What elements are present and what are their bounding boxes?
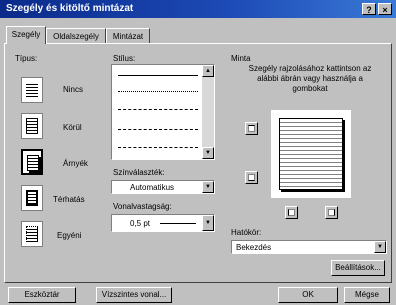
preset-3d-label[interactable]: Térhatás [53, 195, 85, 204]
close-button[interactable]: × [378, 3, 392, 15]
preset-custom[interactable] [21, 221, 43, 247]
color-dropdown-arrow-icon[interactable]: ▼ [202, 181, 214, 193]
tab-page-border[interactable]: Oldalszegély [46, 28, 106, 43]
cancel-button[interactable]: Mégse [344, 287, 390, 303]
scroll-up-arrow-icon[interactable]: ▲ [202, 65, 214, 77]
color-select-value: Automatikus [130, 183, 175, 192]
preview-area[interactable] [271, 110, 351, 198]
tab-page-border-label: Oldalszegély [53, 32, 99, 41]
bottom-border-button[interactable] [245, 171, 258, 184]
type-label: Típus: [15, 54, 38, 63]
left-border-icon [288, 209, 295, 216]
preset-3d[interactable] [21, 185, 43, 211]
width-dropdown-arrow-icon[interactable]: ▼ [202, 215, 214, 231]
line-style-dotted[interactable] [118, 91, 198, 92]
right-border-button[interactable] [325, 206, 338, 219]
line-style-list[interactable]: ▲ ▼ [111, 64, 215, 160]
tab-shading[interactable]: Mintázat [106, 28, 150, 43]
preset-shadow-label[interactable]: Árnyék [63, 159, 88, 168]
preset-none-icon [26, 82, 38, 98]
width-select[interactable]: 0,5 pt ▼ [111, 214, 215, 232]
tab-border[interactable]: Szegély [6, 26, 46, 44]
line-style-dashed[interactable] [118, 129, 198, 130]
preview-label: Minta [231, 54, 251, 63]
line-style-dashed-short[interactable] [118, 109, 198, 110]
border-tab-panel: Típus: Nincs Körül Árnyék Térhatás Egyén… [4, 43, 392, 283]
horizontal-line-button[interactable]: Vízszintes vonal... [96, 287, 172, 303]
line-style-solid[interactable] [118, 75, 198, 76]
help-button[interactable]: ? [362, 3, 376, 15]
top-border-button[interactable] [245, 122, 258, 135]
preset-box[interactable] [21, 113, 43, 139]
scroll-down-arrow-icon[interactable]: ▼ [202, 147, 214, 159]
preset-shadow[interactable] [21, 149, 43, 175]
style-label: Stílus: [113, 54, 136, 63]
title-bar: Szegély és kitöltő mintázat ? × [0, 0, 396, 18]
toolbar-button[interactable]: Eszköztár [8, 287, 76, 303]
line-style-dash-dot[interactable] [118, 147, 198, 148]
width-label: Vonalvastagság: [113, 202, 172, 211]
preset-3d-icon [26, 190, 38, 206]
preview-instructions: Szegély rajzolásához kattintson az alább… [248, 64, 372, 93]
window-title: Szegély és kitöltő mintázat [6, 3, 134, 14]
tab-shading-label: Mintázat [112, 32, 144, 41]
ok-button[interactable]: OK [278, 287, 338, 303]
preset-custom-icon [26, 226, 38, 242]
preset-none-label[interactable]: Nincs [63, 85, 83, 94]
preset-shadow-icon [27, 155, 39, 171]
preset-box-icon [26, 118, 38, 134]
tab-border-label: Szegély [11, 30, 41, 39]
width-select-value: 0,5 pt [130, 219, 151, 228]
scope-dropdown-arrow-icon[interactable]: ▼ [374, 241, 386, 253]
preset-box-label[interactable]: Körül [63, 123, 82, 132]
scope-label: Hatókör: [231, 228, 262, 237]
top-border-icon [248, 125, 255, 132]
right-border-icon [328, 209, 335, 216]
width-sample-line [160, 223, 196, 224]
preset-custom-label[interactable]: Egyéni [57, 231, 81, 240]
color-label: Színválaszték: [113, 168, 165, 177]
scope-select[interactable]: Bekezdés ▼ [231, 240, 387, 254]
color-select[interactable]: Automatikus ▼ [111, 180, 215, 194]
preset-none[interactable] [21, 77, 43, 103]
bottom-border-icon [248, 174, 255, 181]
left-border-button[interactable] [285, 206, 298, 219]
options-button[interactable]: Beállítások... [331, 260, 385, 276]
scope-select-value: Bekezdés [236, 243, 272, 252]
line-style-scrollbar[interactable]: ▲ ▼ [202, 65, 214, 159]
preview-paragraph[interactable] [279, 118, 343, 190]
